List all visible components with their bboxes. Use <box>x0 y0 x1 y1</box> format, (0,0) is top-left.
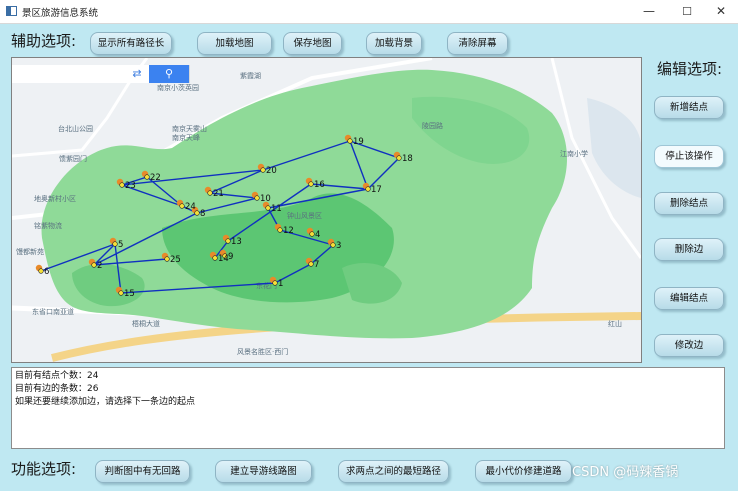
node-label: 24 <box>185 202 196 212</box>
node-dot[interactable] <box>277 227 283 233</box>
map-place-label-5: 南京天峰 <box>172 133 200 142</box>
node-dot[interactable] <box>309 231 315 237</box>
console-line: 目前有边的条数：26 <box>15 384 99 394</box>
add-node-button[interactable]: 新增结点 <box>654 96 724 119</box>
node-dot[interactable] <box>254 195 260 201</box>
node-label: 25 <box>170 255 181 265</box>
map-search-bar[interactable]: ⇄ ⚲ <box>12 65 190 83</box>
node-dot[interactable] <box>119 182 125 188</box>
node-dot[interactable] <box>260 167 266 173</box>
node-label: 5 <box>118 240 123 250</box>
map-place-label-6: 地奥新村小区 <box>34 194 76 203</box>
delete-node-button[interactable]: 删除结点 <box>654 192 724 215</box>
stop-operation-button[interactable]: 停止该操作 <box>654 145 724 168</box>
map-place-label-13: 红山 <box>608 319 622 328</box>
node-label: 23 <box>125 181 136 191</box>
node-dot[interactable] <box>91 262 97 268</box>
delete-edge-button[interactable]: 删除边 <box>654 238 724 261</box>
close-button[interactable]: ✕ <box>704 0 738 23</box>
node-dot[interactable] <box>112 241 118 247</box>
aux-options-label: 辅助选项: <box>11 32 77 50</box>
watermark: CSDN @码辣香锅 <box>572 465 679 480</box>
show-all-path-lengths-button[interactable]: 显示所有路径长 <box>90 32 172 55</box>
load-background-button[interactable]: 加载背景 <box>366 32 422 55</box>
map-place-label-11: 江南小学 <box>560 149 588 158</box>
map-place-label-9: 馒都新苑 <box>16 247 44 256</box>
node-label: 2 <box>97 261 102 271</box>
map-place-label-2: 南京天雾山 <box>172 124 207 133</box>
node-dot[interactable] <box>207 190 213 196</box>
output-console[interactable]: 目前有结点个数：24 目前有边的条数：26 如果还要继续添加边，请选择下一条边的… <box>11 367 725 449</box>
map-place-label-4: 馈紫园门 <box>59 154 87 163</box>
node-dot[interactable] <box>118 290 124 296</box>
node-dot[interactable] <box>225 238 231 244</box>
map-place-label-12: 陵园路 <box>422 121 443 130</box>
node-label: 17 <box>371 185 382 195</box>
swap-icon[interactable]: ⇄ <box>128 67 146 81</box>
node-label: 15 <box>124 289 135 299</box>
node-dot[interactable] <box>164 256 170 262</box>
map-place-label-15: 东省口南亚道 <box>32 307 74 316</box>
edit-options-label: 编辑选项: <box>657 60 723 78</box>
minimize-button[interactable]: — <box>632 0 666 23</box>
min-cost-road-button[interactable]: 最小代价修建道路 <box>475 460 572 483</box>
node-dot[interactable] <box>272 280 278 286</box>
node-label: 11 <box>271 204 282 214</box>
node-label: 13 <box>231 237 242 247</box>
save-map-button[interactable]: 保存地图 <box>283 32 342 55</box>
node-label: 19 <box>353 137 364 147</box>
node-dot[interactable] <box>396 155 402 161</box>
load-map-button[interactable]: 加载地图 <box>197 32 272 55</box>
node-dot[interactable] <box>308 181 314 187</box>
map-place-label-16: 梧桐大道 <box>132 319 160 328</box>
map-place-label-3: 台北山公园 <box>58 124 93 133</box>
search-icon[interactable]: ⚲ <box>149 65 189 83</box>
node-dot[interactable] <box>179 203 185 209</box>
clear-screen-button[interactable]: 清除屏幕 <box>447 32 508 55</box>
shortest-path-button[interactable]: 求两点之间的最短路径 <box>338 460 449 483</box>
maximize-button[interactable]: ☐ <box>670 0 704 23</box>
map-svg[interactable]: 南京小茨英园 紫霞湖 南京天雾山 台北山公园 馈紫园门 南京天峰 地奥新村小区 … <box>12 58 641 362</box>
node-dot[interactable] <box>212 255 218 261</box>
node-label: 22 <box>150 173 161 183</box>
console-line: 如果还要继续添加边，请选择下一条边的起点 <box>15 397 196 407</box>
map-place-label-0: 南京小茨英园 <box>157 83 199 92</box>
node-dot[interactable] <box>144 174 150 180</box>
node-label: 1 <box>278 279 283 289</box>
node-dot[interactable] <box>330 242 336 248</box>
node-label: 3 <box>336 241 341 251</box>
window-title: 景区旅游信息系统 <box>22 8 99 19</box>
node-label: 4 <box>315 230 320 240</box>
console-line: 目前有结点个数：24 <box>15 371 99 381</box>
node-label: 14 <box>218 254 229 264</box>
edit-node-button[interactable]: 编辑结点 <box>654 287 724 310</box>
build-tour-route-button[interactable]: 建立导游线路图 <box>215 460 312 483</box>
node-label: 6 <box>44 267 49 277</box>
node-label: 7 <box>314 260 319 270</box>
app-icon <box>6 6 17 16</box>
main-window: 辅助选项: 显示所有路径长 加载地图 保存地图 加载背景 清除屏幕 南京小茨英园… <box>0 24 738 491</box>
node-label: 21 <box>213 189 224 199</box>
node-label: 20 <box>266 166 277 176</box>
title-bar: 景区旅游信息系统 — ☐ ✕ <box>0 0 738 24</box>
map-canvas[interactable]: 南京小茨英园 紫霞湖 南京天雾山 台北山公园 馈紫园门 南京天峰 地奥新村小区 … <box>11 57 642 363</box>
map-place-label-8: 铭紫物流 <box>34 221 62 230</box>
map-place-label-1: 紫霞湖 <box>240 71 261 80</box>
node-label: 12 <box>283 226 294 236</box>
node-dot[interactable] <box>308 261 314 267</box>
node-label: 18 <box>402 154 413 164</box>
map-place-label-7: 钟山风景区 <box>287 211 322 220</box>
map-place-label-14: 风景名胜区·西门 <box>237 347 288 356</box>
modify-edge-button[interactable]: 修改边 <box>654 334 724 357</box>
detect-cycle-button[interactable]: 判断图中有无回路 <box>95 460 190 483</box>
node-dot[interactable] <box>365 186 371 192</box>
node-dot[interactable] <box>265 205 271 211</box>
node-label: 16 <box>314 180 325 190</box>
node-dot[interactable] <box>347 138 353 144</box>
node-dot[interactable] <box>38 268 44 274</box>
function-options-label: 功能选项: <box>11 460 77 478</box>
node-label: 8 <box>200 209 205 219</box>
